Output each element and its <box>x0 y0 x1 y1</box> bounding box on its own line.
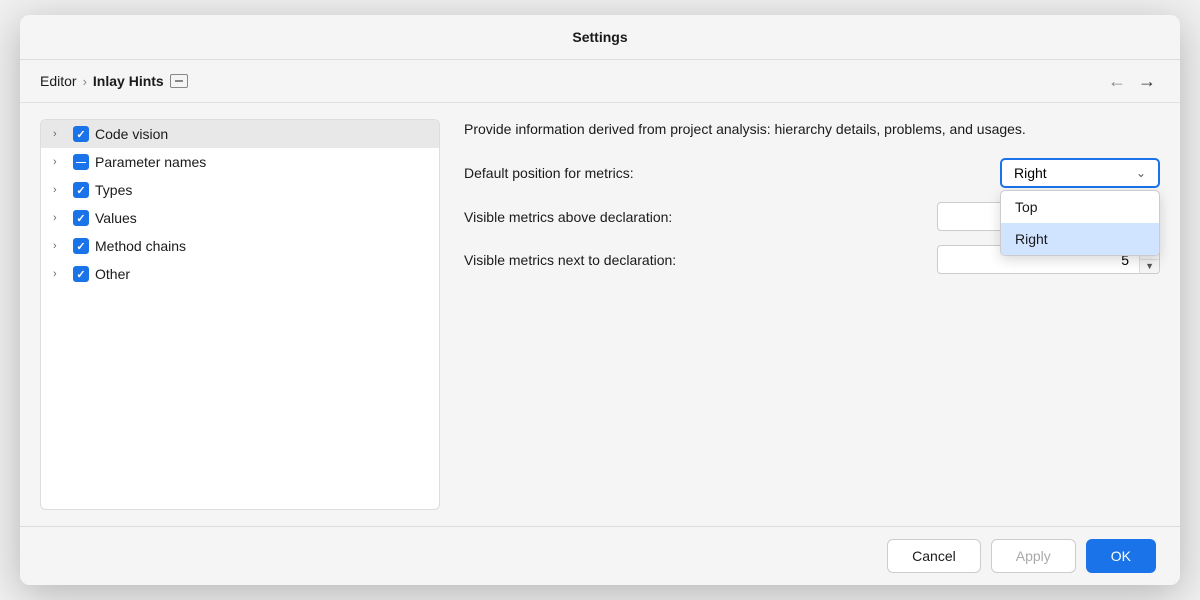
sidebar-item-values[interactable]: › Values <box>41 204 439 232</box>
setting-row-default-position: Default position for metrics: Right ⌄ To… <box>464 158 1160 188</box>
back-button[interactable]: ← <box>1104 70 1130 92</box>
chevron-icon: › <box>53 156 67 168</box>
spinner-down-next[interactable]: ▼ <box>1140 259 1159 273</box>
chevron-icon: › <box>53 128 67 140</box>
forward-button[interactable]: → <box>1134 70 1160 92</box>
visible-above-label: Visible metrics above declaration: <box>464 209 925 225</box>
ok-button[interactable]: OK <box>1086 539 1156 573</box>
checkbox-types[interactable] <box>73 182 89 198</box>
breadcrumb-bar: Editor › Inlay Hints ← → <box>20 60 1180 103</box>
sidebar-item-label: Values <box>95 210 137 226</box>
checkbox-other[interactable] <box>73 266 89 282</box>
description-text: Provide information derived from project… <box>464 119 1160 140</box>
checkbox-parameter-names[interactable] <box>73 154 89 170</box>
sidebar-item-code-vision[interactable]: › Code vision <box>41 120 439 148</box>
nav-arrows: ← → <box>1104 70 1160 92</box>
chevron-icon: › <box>53 240 67 252</box>
checkbox-code-vision[interactable] <box>73 126 89 142</box>
sidebar-item-method-chains[interactable]: › Method chains <box>41 232 439 260</box>
chevron-icon: › <box>53 212 67 224</box>
checkbox-values[interactable] <box>73 210 89 226</box>
chevron-down-icon: ⌄ <box>1136 166 1146 180</box>
sidebar-item-label: Other <box>95 266 130 282</box>
dialog-footer: Cancel Apply OK <box>20 526 1180 585</box>
apply-button[interactable]: Apply <box>991 539 1076 573</box>
visible-next-label: Visible metrics next to declaration: <box>464 252 925 268</box>
dialog-body: › Code vision › Parameter names › Types › Value… <box>20 103 1180 526</box>
cancel-button[interactable]: Cancel <box>887 539 981 573</box>
chevron-icon: › <box>53 184 67 196</box>
checkbox-method-chains[interactable] <box>73 238 89 254</box>
chevron-icon: › <box>53 268 67 280</box>
sidebar-item-label: Code vision <box>95 126 168 142</box>
breadcrumb-parent[interactable]: Editor <box>40 73 77 89</box>
sidebar-item-label: Method chains <box>95 238 186 254</box>
layout-icon <box>170 74 188 88</box>
sidebar-item-types[interactable]: › Types <box>41 176 439 204</box>
breadcrumb: Editor › Inlay Hints <box>40 73 188 89</box>
dropdown-option-right[interactable]: Right <box>1001 223 1159 255</box>
default-position-label: Default position for metrics: <box>464 165 988 181</box>
sidebar-item-label: Types <box>95 182 132 198</box>
sidebar-item-label: Parameter names <box>95 154 206 170</box>
dialog-title: Settings <box>20 15 1180 60</box>
sidebar-item-other[interactable]: › Other <box>41 260 439 288</box>
sidebar-item-parameter-names[interactable]: › Parameter names <box>41 148 439 176</box>
dropdown-menu: TopRight <box>1000 190 1160 256</box>
settings-dialog: Settings Editor › Inlay Hints ← → › Code … <box>20 15 1180 585</box>
breadcrumb-current: Inlay Hints <box>93 73 164 89</box>
content-panel: Provide information derived from project… <box>464 119 1160 510</box>
dropdown-container: Right ⌄ TopRight <box>1000 158 1160 188</box>
position-dropdown[interactable]: Right ⌄ <box>1000 158 1160 188</box>
dropdown-selected-value: Right <box>1014 165 1047 181</box>
settings-rows: Default position for metrics: Right ⌄ To… <box>464 158 1160 274</box>
sidebar: › Code vision › Parameter names › Types › Value… <box>40 119 440 510</box>
dropdown-option-top[interactable]: Top <box>1001 191 1159 223</box>
breadcrumb-separator: › <box>83 74 87 89</box>
